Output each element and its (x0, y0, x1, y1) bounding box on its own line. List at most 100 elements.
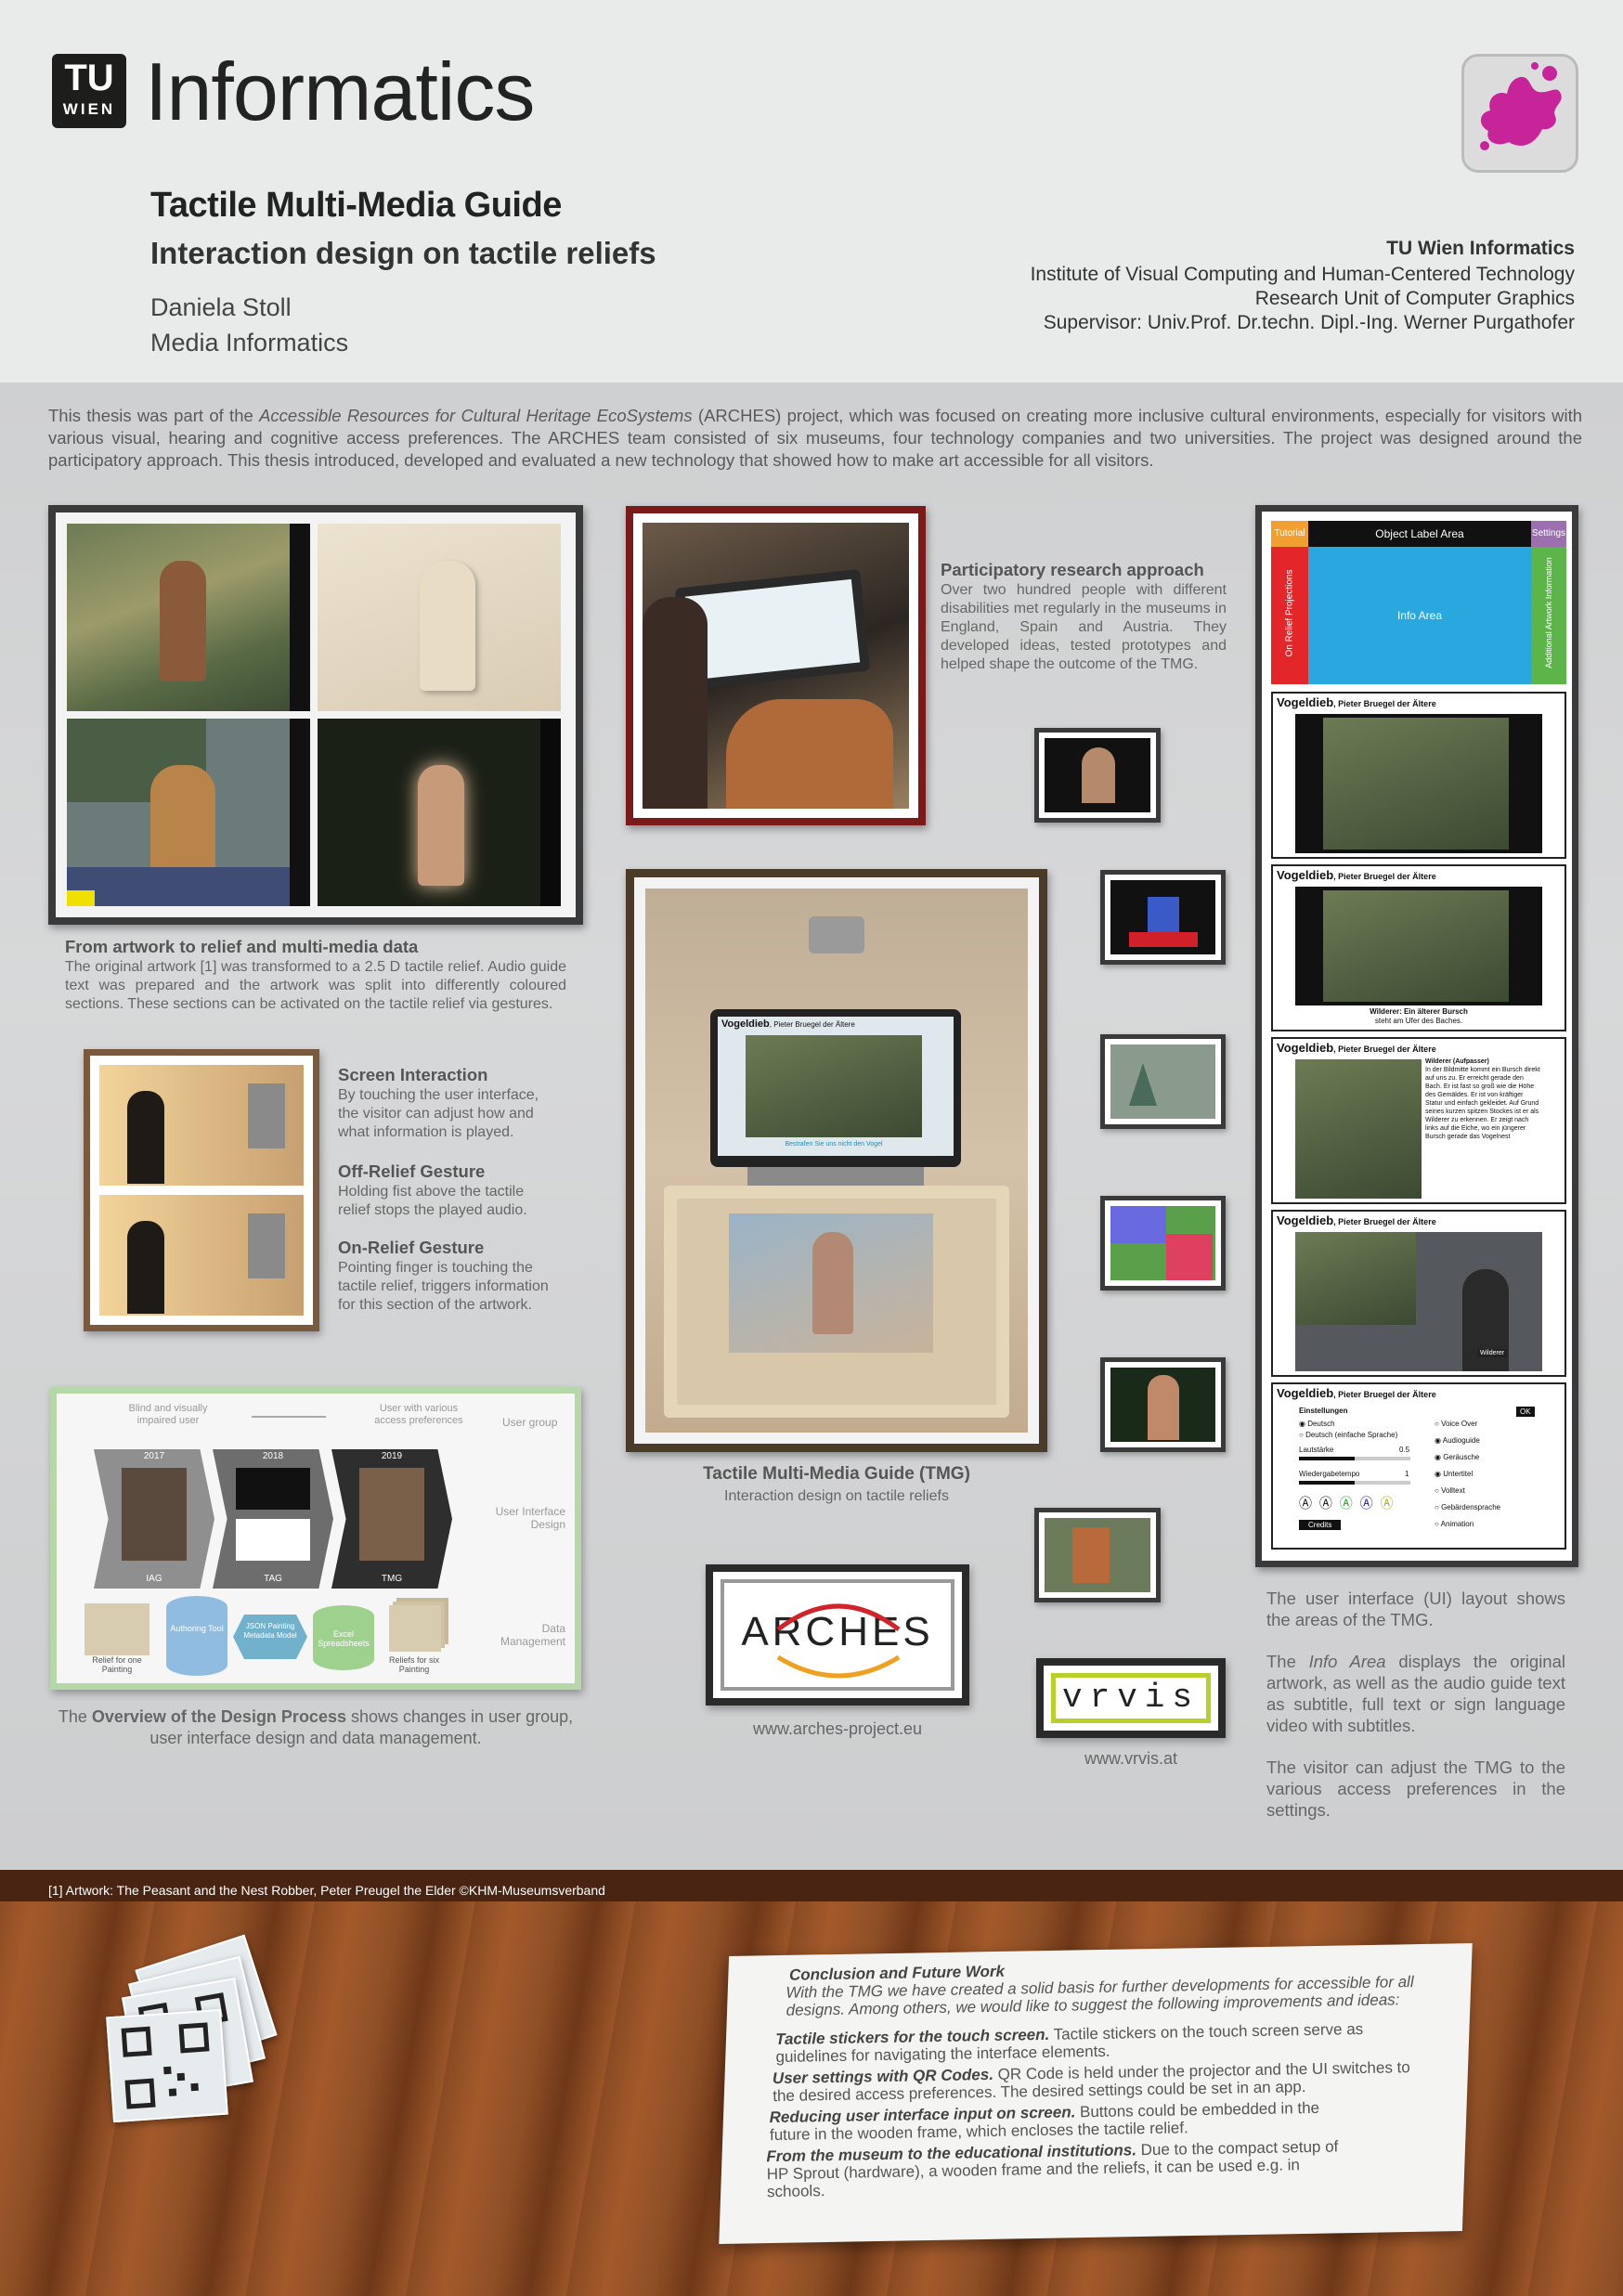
data-item-label: Reliefs for six Painting (388, 1655, 439, 1674)
user-group-label: User with various access preferences (374, 1403, 463, 1426)
credits-button[interactable]: Credits (1299, 1520, 1342, 1530)
panel-title: Vogeldieb, Pieter Bruegel der Ältere (1277, 695, 1436, 709)
splat-logo (1461, 54, 1578, 173)
gesture-photos (84, 1049, 319, 1331)
stage-year: 2019 (381, 1451, 403, 1461)
panel-title-text: Vogeldieb (1277, 868, 1334, 882)
language-option[interactable]: ○ Deutsch (einfache Sprache) (1299, 1431, 1397, 1439)
relief-frame (664, 1186, 1009, 1418)
thumbnail-segments (1100, 1196, 1226, 1291)
speed-slider[interactable] (1299, 1481, 1410, 1485)
mode-option[interactable]: ○ Animation (1435, 1520, 1474, 1528)
thumbnail-segmentation (1034, 1508, 1161, 1602)
fulltext-title: Wilderer (Aufpasser) (1425, 1058, 1489, 1065)
subtitle-line: Wilderer: Ein älterer Bursch (1370, 1007, 1468, 1016)
gesture-heading: Screen Interaction (338, 1065, 488, 1084)
data-item: JSON Painting Metadata Model (233, 1615, 307, 1659)
screen-subtitle: Bestrafen Sie uns nicht den Vogel (785, 1141, 883, 1148)
logo-bottom-text: WIEN (62, 100, 116, 118)
ui-panel-settings: Vogeldieb, Pieter Bruegel der Ältere Ein… (1271, 1382, 1566, 1550)
language-option[interactable]: ◉ Deutsch (1299, 1420, 1335, 1428)
screen-interaction-photo (99, 1065, 304, 1186)
artwork-footnote: [1] Artwork: The Peasant and the Nest Ro… (48, 1883, 605, 1898)
tutorial-area: Tutorial (1271, 521, 1308, 547)
gesture-heading: Off-Relief Gesture (338, 1161, 486, 1181)
panel-title-text: Vogeldieb (1277, 695, 1334, 709)
info-area: Info Area (1308, 547, 1531, 684)
speed-value: 1 (1405, 1470, 1409, 1478)
brand-name: Informatics (145, 45, 535, 137)
thumbnail-fairytale (1100, 870, 1226, 965)
gesture-heading: On-Relief Gesture (338, 1238, 485, 1257)
tag-stage: 2018 TAG (213, 1449, 333, 1589)
option-label: Volltext (1441, 1486, 1465, 1495)
tmg-monitor: Vogeldieb, Pieter Bruegel der Ältere Bes… (710, 1009, 961, 1167)
subtitle-line: steht am Ufer des Baches. (1374, 1017, 1463, 1025)
ui-panel-subtitle: Vogeldieb, Pieter Bruegel der Ältere Wil… (1271, 864, 1566, 1031)
panel-artist-text: , Pieter Bruegel der Ältere (1333, 872, 1436, 881)
ui-description: The user interface (UI) layout shows the… (1266, 1589, 1565, 1629)
stage-year: 2018 (262, 1451, 284, 1461)
object-label-area: Object Label Area (1308, 521, 1531, 547)
option-label: Untertitel (1443, 1470, 1474, 1478)
tmg-photo: Vogeldieb, Pieter Bruegel der Ältere Bes… (626, 869, 1047, 1452)
panel-title: Vogeldieb, Pieter Bruegel der Ältere (1277, 1213, 1436, 1227)
option-label: Animation (1440, 1520, 1474, 1528)
mode-option[interactable]: ○ Gebärdensprache (1435, 1503, 1500, 1511)
panel-title-text: Vogeldieb (1277, 1386, 1334, 1400)
ok-button[interactable]: OK (1516, 1407, 1535, 1417)
panel-fulltext: Wilderer (Aufpasser) In der Bildmitte kom… (1425, 1057, 1540, 1200)
mode-option[interactable]: ◉ Audioguide (1435, 1436, 1480, 1445)
fulltext-body: In der Bildmitte kommt ein Bursch direkt… (1425, 1067, 1540, 1140)
institution-line: Institute of Visual Computing and Human-… (1030, 264, 1575, 285)
settings-title: Einstellungen (1299, 1407, 1348, 1415)
panel-artist-text: , Pieter Bruegel der Ältere (1333, 1044, 1436, 1054)
caption-text: The (58, 1707, 92, 1726)
stage-year: 2017 (143, 1451, 165, 1461)
data-item: Reliefs for six Painting (382, 1605, 447, 1674)
vrvis-logo: vrvis (1036, 1658, 1226, 1738)
conclusion-block: Conclusion and Future Work With the TMG … (766, 1955, 1422, 2200)
contrast-options[interactable]: Ⓐ Ⓐ Ⓐ Ⓐ Ⓐ (1299, 1494, 1396, 1512)
caption-bold: Overview of the Design Process (91, 1707, 346, 1726)
institution-line: Research Unit of Computer Graphics (1254, 288, 1575, 309)
volume-slider[interactable] (1299, 1457, 1410, 1460)
arrow-icon (252, 1416, 326, 1418)
mode-option[interactable]: ◉ Untertitel (1435, 1470, 1473, 1478)
ui-description: The visitor can adjust the TMG to the va… (1266, 1758, 1565, 1820)
stage-label: TAG (264, 1574, 282, 1584)
data-item: Authoring Tool (166, 1596, 227, 1676)
user-group-label: Blind and visually impaired user (128, 1403, 208, 1426)
arches-logo: ARCHES (706, 1564, 969, 1706)
vrvis-wordmark: vrvis (1061, 1679, 1201, 1717)
intro-project-name: Accessible Resources for Cultural Herita… (259, 406, 693, 425)
panel-title: Vogeldieb, Pieter Bruegel der Ältere (1277, 1041, 1436, 1055)
participatory-photo (626, 506, 926, 825)
volume-value: 0.5 (1399, 1446, 1410, 1454)
panel-artist-text: , Pieter Bruegel der Ältere (1333, 1390, 1436, 1399)
option-label: Deutsch (1307, 1420, 1335, 1428)
on-relief-area: On Relief Projections (1271, 547, 1308, 684)
row-label: Data Management (500, 1622, 565, 1648)
ui-panel-sign-language: Vogeldieb, Pieter Bruegel der Ältere Wil… (1271, 1210, 1566, 1377)
panel-subtitle: Wilderer: Ein älterer Bursch steht am Ufe… (1295, 1007, 1542, 1026)
conclusion-item: Reducing user interface input on screen.… (770, 2098, 1365, 2144)
poster-title: Tactile Multi-Media Guide (150, 186, 562, 225)
study-program: Media Informatics (150, 329, 349, 357)
additional-info-area: Additional Artwork Information (1531, 547, 1566, 684)
mode-option[interactable]: ◉ Geräusche (1435, 1453, 1479, 1461)
mode-option[interactable]: ○ Voice Over (1435, 1420, 1477, 1428)
mode-option[interactable]: ○ Volltext (1435, 1486, 1465, 1495)
poster-subtitle: Interaction design on tactile reliefs (150, 236, 656, 270)
settings-area: Settings (1531, 521, 1566, 547)
intro-paragraph: This thesis was part of the Accessible R… (48, 405, 1582, 472)
sign-caption: Wilderer (1477, 1349, 1508, 1357)
vrvis-url: www.vrvis.at (1084, 1749, 1177, 1768)
conclusion-item: User settings with QR Codes. QR Code is … (773, 2058, 1422, 2105)
additional-info-label: Additional Artwork Information (1544, 557, 1553, 668)
tmg-stage: 2019 TMG (331, 1449, 452, 1589)
tu-wien-logo: TU WIEN (52, 54, 126, 128)
speed-label: Wiedergabetempo (1299, 1470, 1360, 1478)
design-process-diagram: Blind and visually impaired user User wi… (50, 1387, 581, 1690)
option-label: Voice Over (1441, 1420, 1478, 1428)
